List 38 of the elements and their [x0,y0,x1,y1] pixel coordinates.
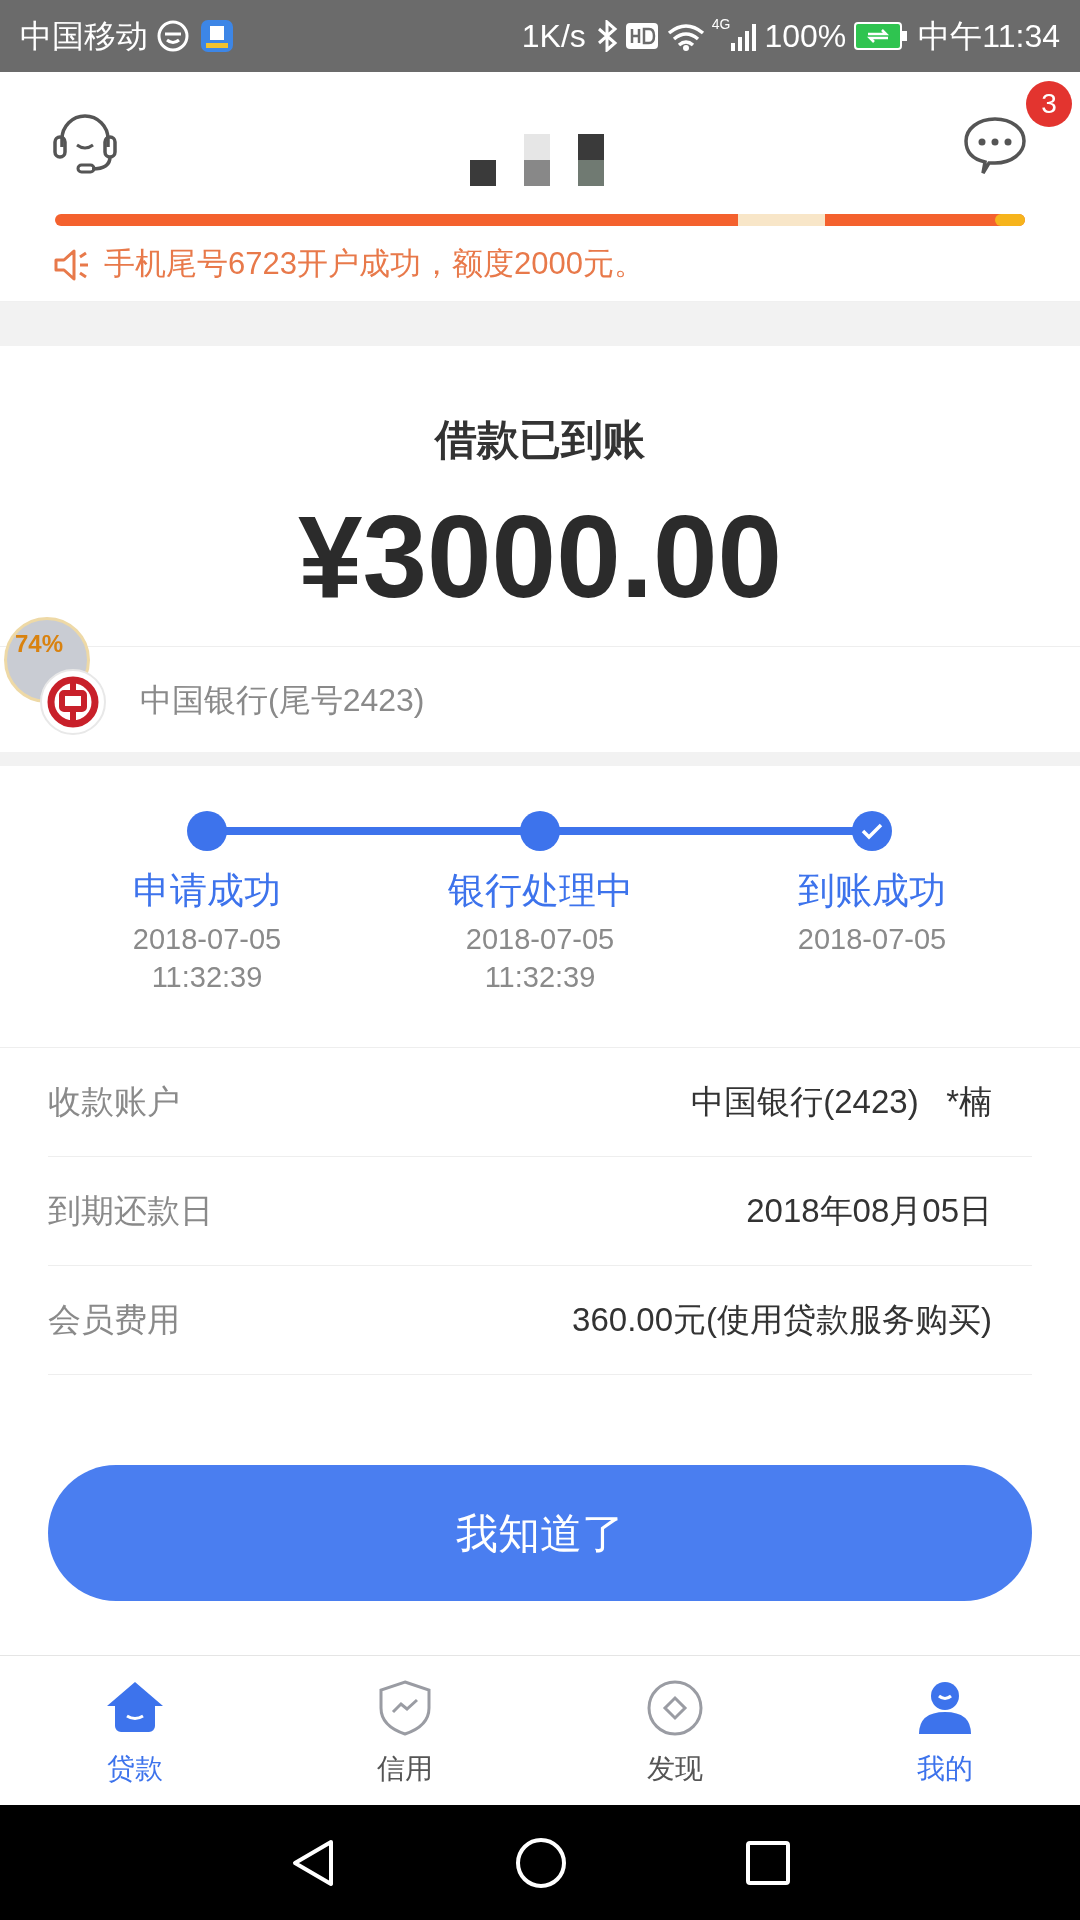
message-badge: 3 [1026,81,1072,127]
nav-tab[interactable]: 我的 [810,1656,1080,1805]
wifi-icon [665,21,706,51]
detail-label: 会员费用 [48,1300,180,1341]
hd-icon [625,23,658,49]
step-date: 2018-07-05 [465,922,615,957]
step-date: 2018-07-05 [797,922,947,957]
network-speed: 1K/s [521,17,586,56]
confirm-button[interactable]: 我知道了 [48,1465,1032,1601]
detail-value: 中国银行(2423) *楠 [691,1082,992,1123]
app-icon [200,19,234,53]
detail-value: 2018年08月05日 [746,1191,992,1232]
bank-name: 中国银行(尾号2423) [140,680,425,720]
battery-percent: 100% [764,17,847,56]
step-time: 11:32:39 [484,960,596,995]
step-date: 2018-07-05 [132,922,282,957]
step-label: 到账成功 [798,869,946,913]
network-type: 4G [711,15,731,34]
amount-text: ¥3000.00 [298,499,782,615]
bank-logo-icon [40,669,106,735]
step-label: 申请成功 [133,869,281,913]
nav-tab[interactable]: 贷款 [0,1656,270,1805]
face-icon [156,19,190,53]
recent-apps-icon[interactable] [745,1839,791,1886]
bluetooth-icon [595,20,618,52]
detail-value: 360.00元(使用贷款服务购买) [572,1300,992,1341]
step-time: 11:32:39 [151,960,263,995]
detail-label: 到期还款日 [48,1191,213,1232]
carrier-name: 中国移动 [20,17,148,56]
detail-label: 收款账户 [48,1082,180,1123]
battery-icon [854,22,909,50]
nav-tab[interactable]: 信用 [270,1656,540,1805]
result-title: 借款已到账 [435,415,645,465]
nav-tab[interactable]: 发现 [540,1656,810,1805]
notice-text: 手机尾号6723开户成功，额度2000元。 [104,245,645,284]
home-button-icon[interactable] [515,1836,567,1889]
clock: 中午11:34 [918,17,1060,56]
step-label: 银行处理中 [447,869,633,913]
